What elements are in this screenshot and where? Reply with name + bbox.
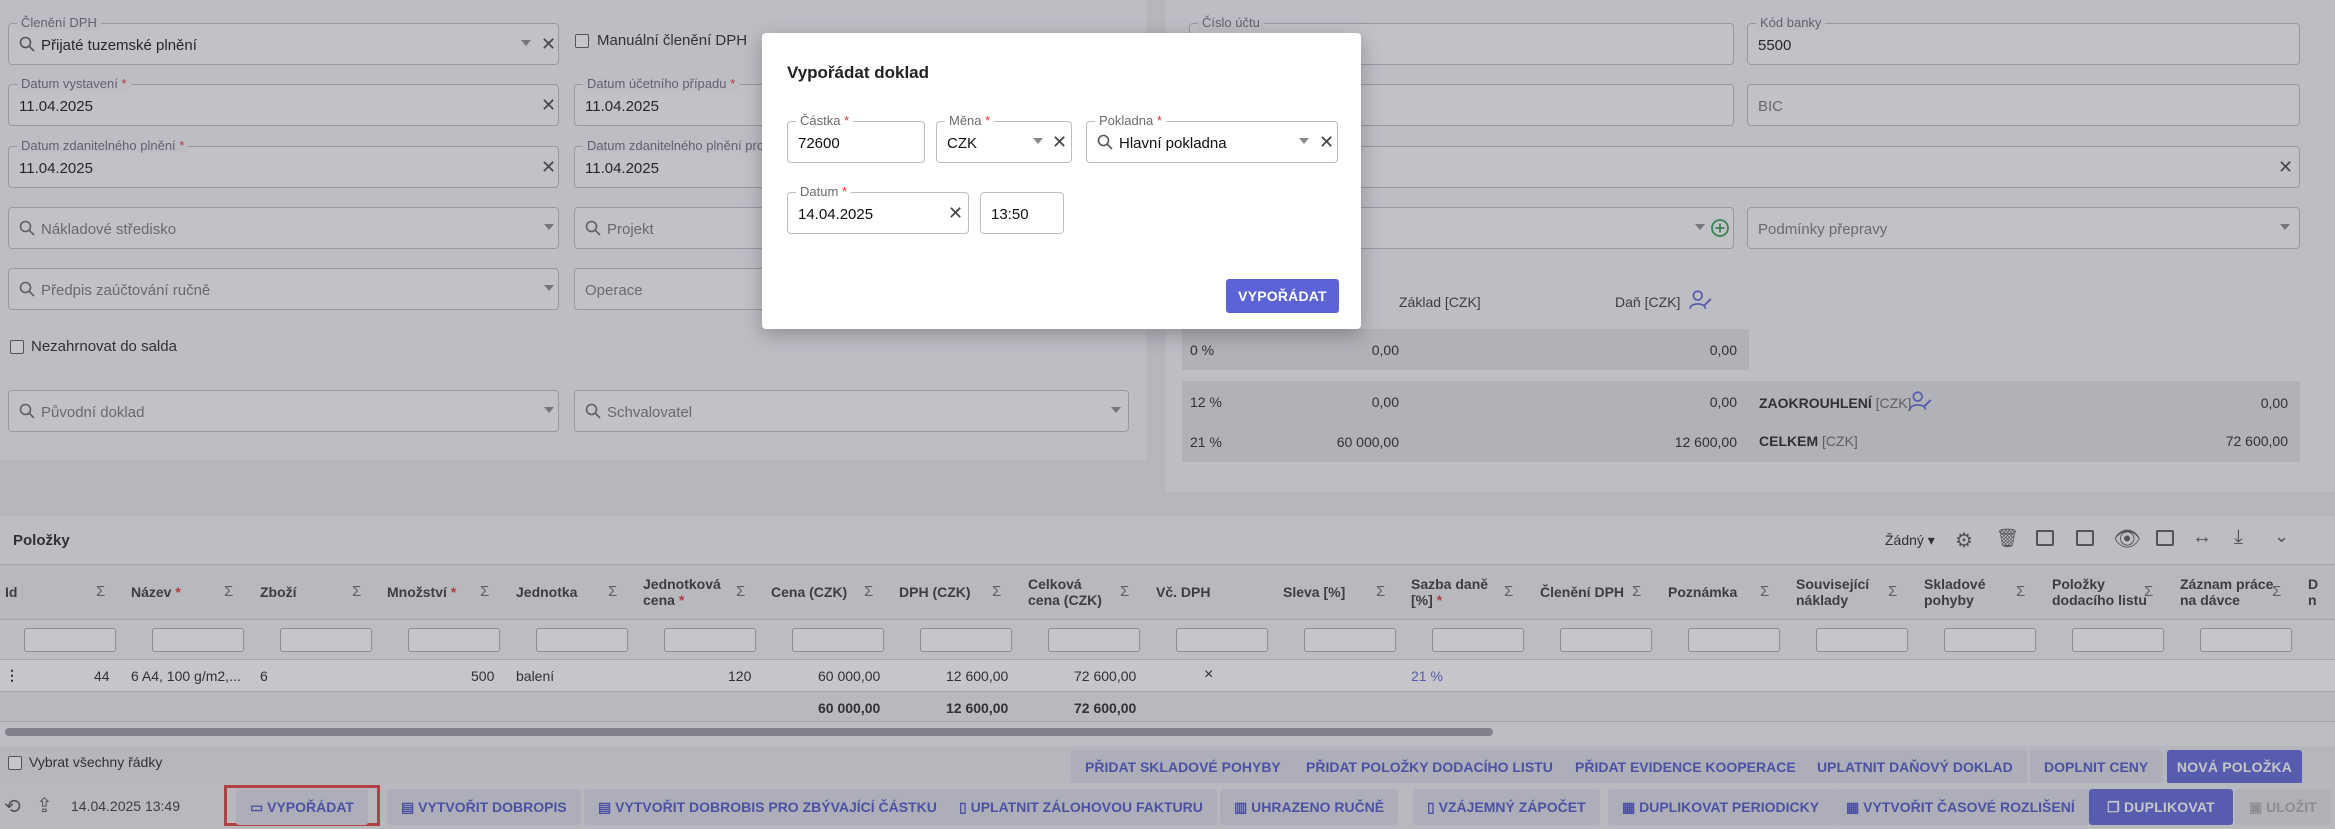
cas-input[interactable]: 13:50 — [980, 192, 1064, 234]
cas-value: 13:50 — [991, 206, 1029, 223]
castka-value: 72600 — [798, 135, 840, 152]
datum-value: 14.04.2025 — [798, 206, 874, 223]
chevron-down-icon[interactable] — [1299, 138, 1309, 144]
pokladna-select[interactable]: Pokladna * Hlavní pokladna ✕ — [1086, 113, 1338, 163]
mena-label: Měna * — [945, 113, 995, 128]
datum-label: Datum * — [796, 184, 851, 199]
modal-title: Vypořádat doklad — [787, 63, 930, 82]
castka-label: Částka * — [796, 113, 854, 128]
chevron-down-icon[interactable] — [1033, 138, 1043, 144]
clear-icon[interactable]: ✕ — [1319, 132, 1334, 153]
castka-input[interactable]: Částka * 72600 — [787, 113, 925, 163]
clear-icon[interactable]: ✕ — [948, 203, 963, 224]
pokladna-value: Hlavní pokladna — [1119, 135, 1227, 152]
search-icon — [1097, 134, 1113, 150]
vyporadat-doklad-dialog: Vypořádat doklad Částka * 72600 Měna * C… — [762, 33, 1361, 329]
clear-icon[interactable]: ✕ — [1052, 132, 1067, 153]
mena-value: CZK — [947, 135, 977, 152]
mena-select[interactable]: Měna * CZK ✕ — [936, 113, 1072, 163]
vyporadat-submit-button[interactable]: VYPOŘÁDAT — [1226, 279, 1339, 313]
datum-input[interactable]: Datum * 14.04.2025 ✕ — [787, 184, 969, 234]
pokladna-label: Pokladna * — [1095, 113, 1166, 128]
